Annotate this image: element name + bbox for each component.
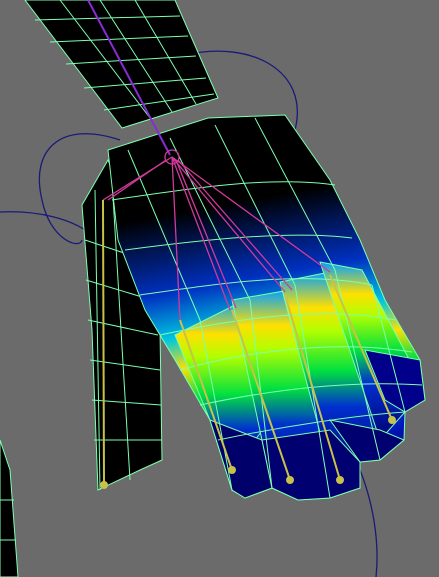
body-mesh-edge[interactable] xyxy=(0,439,19,577)
viewport-canvas[interactable] xyxy=(0,0,439,577)
3d-viewport[interactable] xyxy=(0,0,439,577)
